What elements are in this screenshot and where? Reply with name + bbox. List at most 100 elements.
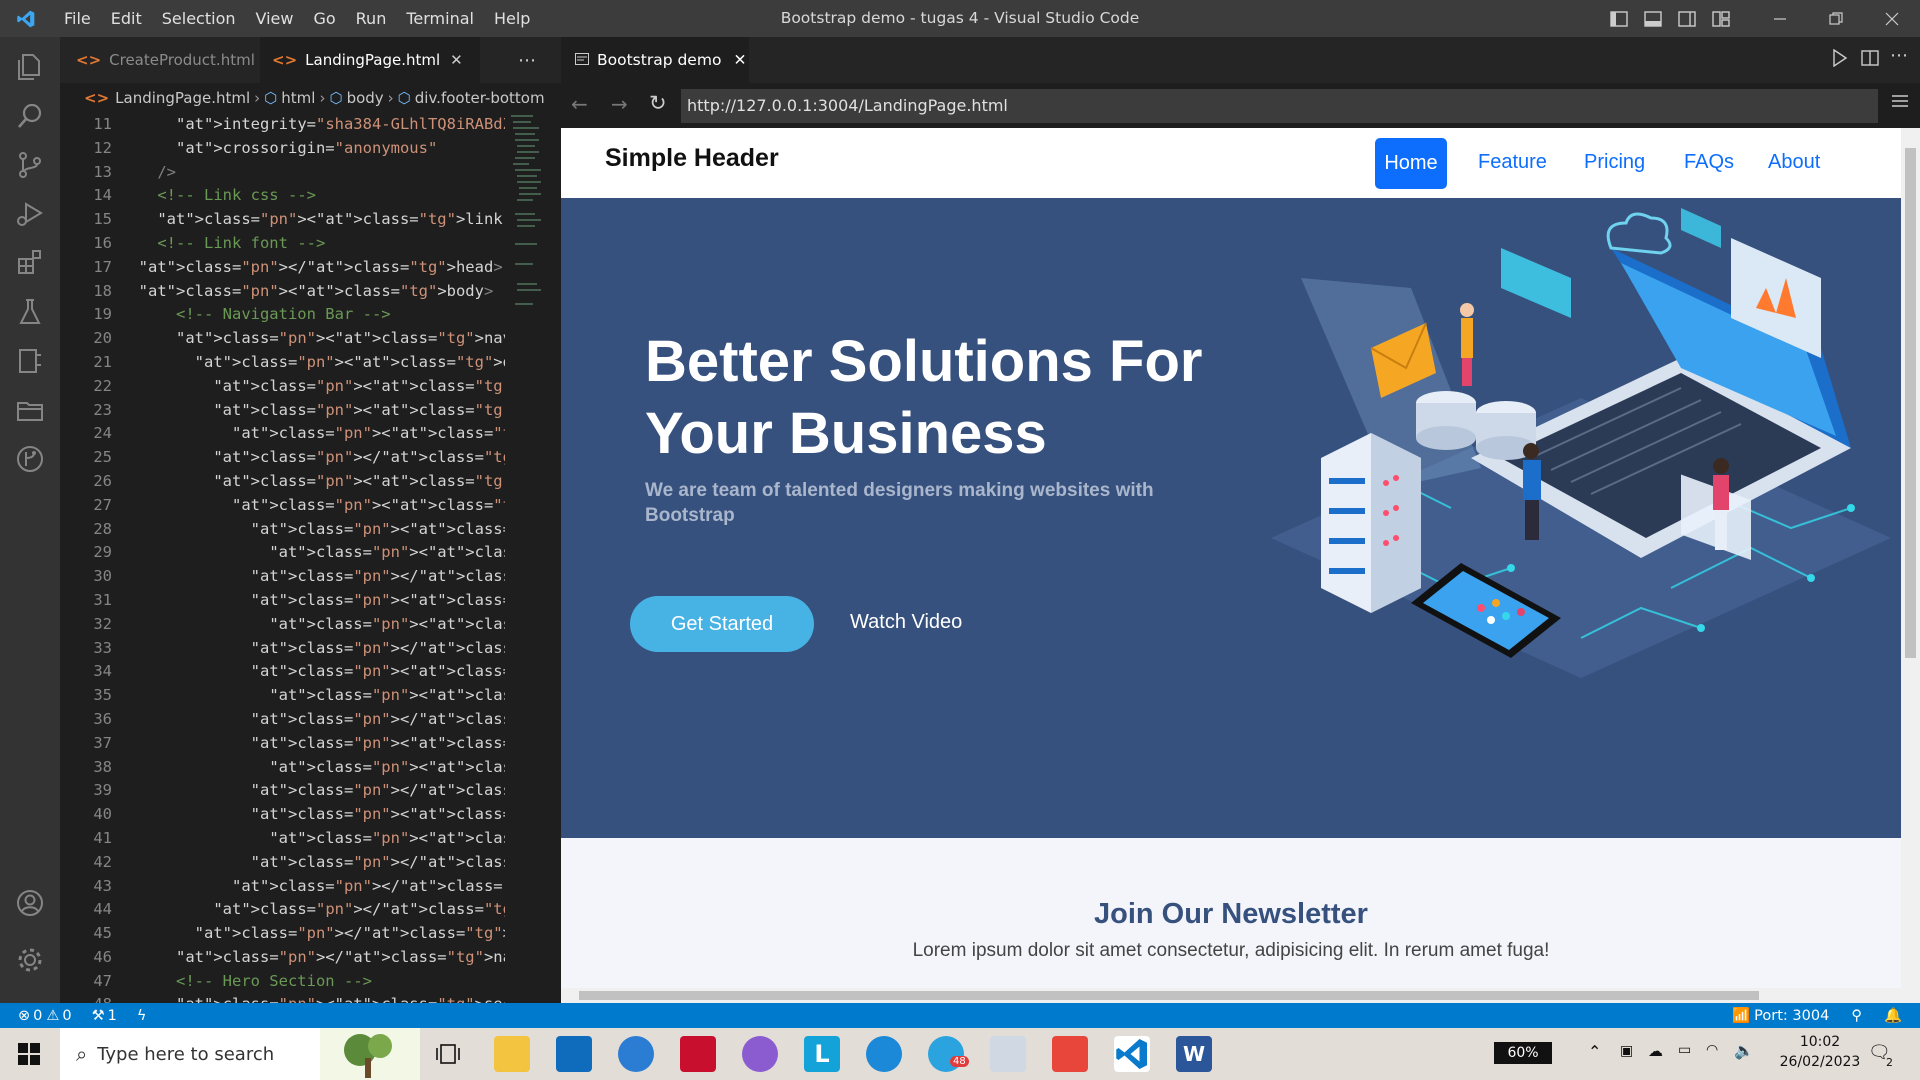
vscode-taskbar-icon[interactable] bbox=[1114, 1036, 1150, 1072]
close-tab-icon[interactable]: ✕ bbox=[450, 51, 463, 69]
extensions-icon[interactable] bbox=[14, 247, 46, 279]
media-app-icon[interactable] bbox=[1052, 1036, 1088, 1072]
menu-go[interactable]: Go bbox=[303, 0, 345, 37]
wifi-icon[interactable]: ◠ bbox=[1706, 1042, 1718, 1058]
edge-icon[interactable] bbox=[866, 1036, 902, 1072]
ports-icon[interactable]: ⚒ bbox=[92, 1008, 105, 1024]
tab-createproduct[interactable]: <> CreateProduct.html bbox=[76, 37, 276, 83]
mail-icon[interactable] bbox=[556, 1036, 592, 1072]
menu-edit[interactable]: Edit bbox=[101, 0, 152, 37]
nav-home[interactable]: Home bbox=[1375, 138, 1447, 189]
toggle-primary-sidebar-icon[interactable] bbox=[1604, 4, 1634, 34]
folder-icon[interactable] bbox=[14, 394, 46, 426]
explorer-icon[interactable] bbox=[14, 51, 46, 83]
minimize-icon[interactable] bbox=[1752, 0, 1808, 37]
l-app-icon[interactable]: L bbox=[804, 1036, 840, 1072]
more-actions-icon[interactable]: ⋯ bbox=[1890, 45, 1908, 66]
nav-feature[interactable]: Feature bbox=[1478, 151, 1547, 174]
line-number: 26 bbox=[93, 471, 112, 490]
split-editor-icon[interactable] bbox=[1861, 49, 1879, 71]
close-tab-icon[interactable]: ✕ bbox=[733, 51, 746, 69]
photos-icon[interactable] bbox=[990, 1036, 1026, 1072]
code-line: <!-- Navigation Bar --> bbox=[120, 305, 391, 324]
warning-icon[interactable]: ⚠ bbox=[46, 1008, 59, 1024]
nav-pricing[interactable]: Pricing bbox=[1584, 151, 1645, 174]
minimap[interactable] bbox=[505, 113, 561, 1003]
more-actions-icon[interactable]: ⋯ bbox=[518, 37, 536, 83]
settings-gear-icon[interactable] bbox=[14, 944, 46, 976]
remote-explorer-icon[interactable] bbox=[14, 345, 46, 377]
accounts-icon[interactable] bbox=[14, 887, 46, 919]
error-count[interactable]: 0 bbox=[33, 1008, 42, 1024]
breadcrumb-html[interactable]: html bbox=[281, 89, 315, 107]
forward-arrow-icon[interactable]: → bbox=[611, 92, 628, 116]
taskbar-search-box[interactable]: ⌕ Type here to search bbox=[60, 1028, 420, 1080]
onedrive-icon[interactable]: ☁ bbox=[1648, 1042, 1663, 1060]
scrollbar-thumb[interactable] bbox=[1905, 148, 1916, 658]
symbol-icon: ⬡ bbox=[329, 89, 343, 107]
menu-selection[interactable]: Selection bbox=[152, 0, 246, 37]
site-navbar: Simple Header Home Feature Pricing FAQs … bbox=[561, 128, 1901, 198]
volume-icon[interactable]: 🔈 bbox=[1734, 1041, 1754, 1060]
task-view-icon[interactable] bbox=[436, 1042, 460, 1070]
customize-layout-icon[interactable] bbox=[1706, 4, 1736, 34]
breadcrumb-file[interactable]: LandingPage.html bbox=[115, 89, 250, 107]
nav-faqs[interactable]: FAQs bbox=[1684, 151, 1734, 174]
tab-landingpage[interactable]: <> LandingPage.html ✕ bbox=[260, 37, 480, 83]
reload-icon[interactable]: ↻ bbox=[649, 91, 667, 115]
live-share-icon[interactable]: ϟ bbox=[137, 1008, 147, 1024]
scrollbar-thumb[interactable] bbox=[579, 991, 1759, 1000]
clock[interactable]: 10:02 26/02/2023 bbox=[1770, 1032, 1870, 1072]
menu-view[interactable]: View bbox=[246, 0, 304, 37]
feedback-icon[interactable]: ⚲ bbox=[1851, 1008, 1862, 1024]
notifications-bell-icon[interactable]: 🔔 bbox=[1884, 1007, 1902, 1024]
chevron-right-icon: › bbox=[387, 89, 394, 107]
close-window-icon[interactable] bbox=[1864, 0, 1920, 37]
line-number: 31 bbox=[93, 590, 112, 609]
vertical-scrollbar[interactable] bbox=[1901, 128, 1920, 1003]
warning-count[interactable]: 0 bbox=[62, 1008, 71, 1024]
error-icon[interactable]: ⊗ bbox=[18, 1008, 30, 1024]
code-line: "at">class="pn"></"at">class="tg">div> bbox=[194, 924, 550, 943]
breadcrumb-div[interactable]: div.footer-bottom bbox=[415, 89, 545, 107]
breadcrumb-body[interactable]: body bbox=[347, 89, 384, 107]
get-started-button[interactable]: Get Started bbox=[630, 596, 814, 652]
run-and-debug-icon[interactable] bbox=[14, 198, 46, 230]
code-area[interactable]: "at">integrity="sha384-GLhlTQ8iRABdZLl6 … bbox=[120, 113, 560, 1003]
todo-icon[interactable] bbox=[618, 1036, 654, 1072]
chevron-up-icon[interactable]: ⌃ bbox=[1588, 1042, 1601, 1061]
menu-icon[interactable] bbox=[1892, 93, 1908, 112]
tab-label: CreateProduct.html bbox=[109, 51, 255, 69]
search-icon[interactable] bbox=[14, 100, 46, 132]
file-explorer-icon[interactable] bbox=[494, 1036, 530, 1072]
windows-taskbar: ⌕ Type here to search L 48 W 60% ⌃ ▣ ☁ ▭… bbox=[0, 1028, 1920, 1080]
url-input[interactable]: http://127.0.0.1:3004/LandingPage.html bbox=[681, 89, 1878, 123]
line-number: 44 bbox=[93, 900, 112, 919]
copilot-icon[interactable] bbox=[742, 1036, 778, 1072]
source-control-icon[interactable] bbox=[14, 149, 46, 181]
navbar-brand[interactable]: Simple Header bbox=[605, 144, 779, 173]
watch-video-link[interactable]: Watch Video bbox=[850, 611, 962, 634]
windows-start-icon[interactable] bbox=[18, 1043, 40, 1069]
git-graph-icon[interactable] bbox=[14, 443, 46, 475]
mcafee-icon[interactable] bbox=[680, 1036, 716, 1072]
battery-indicator[interactable]: 60% bbox=[1494, 1042, 1552, 1064]
menu-file[interactable]: File bbox=[54, 0, 101, 37]
nav-about[interactable]: About bbox=[1768, 151, 1820, 174]
battery-icon[interactable]: ▭ bbox=[1678, 1042, 1691, 1058]
menu-run[interactable]: Run bbox=[346, 0, 397, 37]
toggle-secondary-sidebar-icon[interactable] bbox=[1672, 4, 1702, 34]
toggle-panel-icon[interactable] bbox=[1638, 4, 1668, 34]
port-label[interactable]: Port: 3004 bbox=[1754, 1008, 1829, 1024]
run-icon[interactable] bbox=[1832, 48, 1848, 71]
horizontal-scrollbar[interactable] bbox=[561, 988, 1901, 1003]
ports-count[interactable]: 1 bbox=[108, 1008, 117, 1024]
menu-help[interactable]: Help bbox=[484, 0, 540, 37]
word-icon[interactable]: W bbox=[1176, 1036, 1212, 1072]
menu-terminal[interactable]: Terminal bbox=[396, 0, 484, 37]
restore-icon[interactable] bbox=[1808, 0, 1864, 37]
testing-icon[interactable] bbox=[14, 296, 46, 328]
tray-app-icon[interactable]: ▣ bbox=[1620, 1043, 1633, 1059]
tab-bootstrap-demo[interactable]: Bootstrap demo ✕ bbox=[561, 37, 749, 83]
back-arrow-icon[interactable]: ← bbox=[571, 92, 588, 116]
